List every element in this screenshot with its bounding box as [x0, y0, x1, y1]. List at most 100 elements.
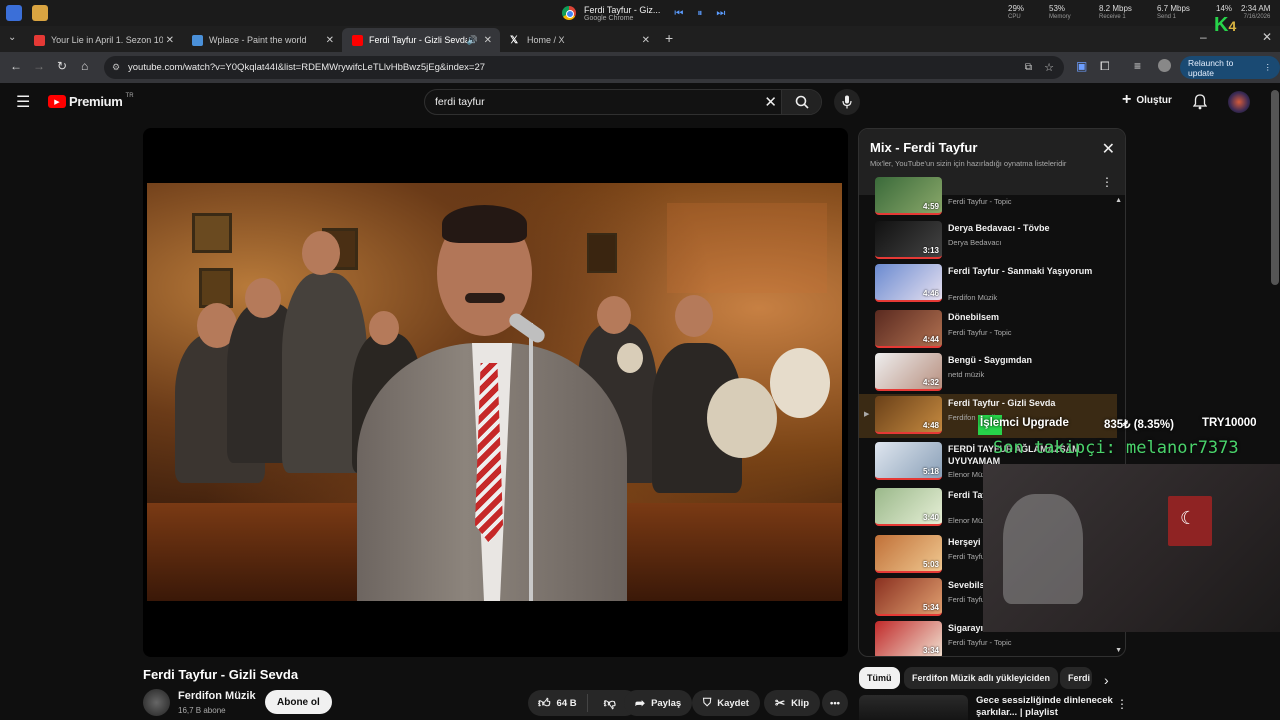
- youtube-logo[interactable]: ▶ Premium TR: [48, 92, 134, 109]
- item-title: Derya Bedavacı - Tövbe: [948, 223, 1050, 233]
- share-label: Paylaş: [651, 697, 682, 709]
- video-frame[interactable]: [147, 183, 842, 601]
- clip-label: Klip: [791, 697, 810, 709]
- crescent-icon: ☾: [1180, 508, 1197, 528]
- new-tab-icon[interactable]: +: [665, 30, 673, 46]
- recommendation-thumbnail[interactable]: [859, 695, 968, 720]
- musician-head: [597, 296, 631, 334]
- previous-track-icon[interactable]: ⏮: [674, 8, 683, 19]
- video-player[interactable]: [143, 128, 848, 657]
- channel-avatar[interactable]: [143, 689, 170, 716]
- chrome-icon: [562, 6, 576, 20]
- search-input[interactable]: ferdi tayfur ✕: [424, 89, 822, 115]
- page-scrollbar[interactable]: [1271, 90, 1279, 285]
- tab-search-icon[interactable]: ⌄: [8, 32, 16, 43]
- relaunch-button[interactable]: Relaunch to update ⋮: [1180, 56, 1280, 79]
- more-actions-button[interactable]: •••: [822, 690, 848, 716]
- close-window-icon[interactable]: ✕: [1262, 30, 1272, 44]
- tab-0[interactable]: Your Lie in April 1. Sezon 10. Bö✕: [24, 28, 182, 52]
- x-favicon-icon: 𝕏: [510, 34, 519, 46]
- wall-frame: [192, 213, 232, 253]
- clock-time: 2:34 AM: [1241, 4, 1271, 13]
- account-avatar[interactable]: [1228, 91, 1250, 113]
- app-icon[interactable]: [6, 5, 22, 21]
- clock-date: 7/16/2026: [1243, 14, 1271, 20]
- playlist-title[interactable]: Mix - Ferdi Tayfur: [870, 140, 977, 155]
- close-tab-icon[interactable]: ✕: [166, 35, 174, 46]
- chip-next-icon[interactable]: ›: [1104, 672, 1109, 688]
- profile-avatar[interactable]: [1158, 59, 1171, 72]
- chip-all[interactable]: Tümü: [859, 667, 900, 689]
- recommendation-title[interactable]: Gece sessizliğinde dinlenecek şarkılar..…: [976, 695, 1113, 719]
- playlist-subtitle: Mix'ler, YouTube'un sizin için hazırladı…: [870, 159, 1067, 168]
- playlist-item[interactable]: 4:32 Bengü - Saygımdan netd müzik: [859, 351, 1117, 395]
- like-button[interactable]: 👍︎ 64 B: [528, 694, 588, 712]
- reading-list-icon[interactable]: ≡: [1134, 59, 1141, 73]
- channel-name[interactable]: Ferdifon Müzik: [178, 690, 256, 702]
- back-icon[interactable]: ←: [10, 59, 22, 73]
- chip-third[interactable]: Ferdi: [1060, 667, 1092, 689]
- search-button[interactable]: [781, 90, 821, 114]
- musician-head: [675, 295, 713, 337]
- subscribe-button[interactable]: Abone ol: [265, 690, 332, 714]
- pause-icon[interactable]: ⏸: [697, 8, 702, 19]
- cast-icon[interactable]: ⧉: [1025, 62, 1032, 73]
- cpu-stat: 29% CPU: [1008, 4, 1024, 22]
- home-icon[interactable]: ⌂: [81, 59, 88, 73]
- thumbs-up-icon: 👍︎: [538, 695, 551, 710]
- item-title: Ferdi Tayfur - Sanmaki Yaşıyorum: [948, 266, 1093, 276]
- playlist-thumbnail: 3:34: [875, 621, 942, 656]
- search-query[interactable]: ferdi tayfur: [435, 96, 485, 108]
- like-count: 64 B: [556, 697, 577, 709]
- playlist-item[interactable]: 4:59 Ferdi Tayfur - Topic: [859, 175, 1117, 219]
- reload-icon[interactable]: ↻: [57, 59, 67, 73]
- clear-search-icon[interactable]: ✕: [764, 93, 777, 111]
- playlist-item[interactable]: 4:46 Ferdi Tayfur - Sanmaki Yaşıyorum Fe…: [859, 262, 1117, 306]
- audio-icon[interactable]: 🔊: [467, 35, 478, 46]
- last-follower: Son takipçi: melanor7373: [993, 438, 1239, 458]
- tab-1[interactable]: Wplace - Paint the world ✕: [182, 28, 342, 52]
- site-info-icon[interactable]: ⚙: [112, 62, 120, 73]
- country-code: TR: [125, 92, 134, 99]
- forward-icon[interactable]: →: [33, 59, 45, 73]
- item-channel: Ferdi Tayfur: [948, 595, 988, 604]
- bookmark-icon: ⛉: [703, 696, 712, 709]
- menu-icon[interactable]: ☰: [16, 92, 30, 112]
- dislike-button[interactable]: 👎︎: [594, 696, 626, 711]
- scroll-down-icon[interactable]: ▼: [1115, 647, 1122, 654]
- minimize-icon[interactable]: –: [1200, 30, 1207, 44]
- tab-3[interactable]: 𝕏 Home / X ✕: [500, 28, 658, 52]
- close-tab-icon[interactable]: ✕: [642, 35, 650, 46]
- extensions-puzzle-icon[interactable]: ⧠: [1100, 59, 1110, 74]
- duration-badge: 4:59: [922, 202, 939, 211]
- rec-more-icon[interactable]: ⋮: [1116, 697, 1128, 711]
- item-channel: netd müzik: [948, 370, 985, 379]
- close-tab-icon[interactable]: ✕: [484, 35, 492, 46]
- scroll-up-icon[interactable]: ▲: [1115, 197, 1122, 204]
- notifications-bell-icon[interactable]: [1193, 94, 1207, 110]
- address-bar[interactable]: ⚙ youtube.com/watch?v=Y0Qkqlat44I&list=R…: [104, 56, 1064, 79]
- share-button[interactable]: ➦ Paylaş: [624, 690, 693, 716]
- playlist-item[interactable]: 4:44 Dönebilsem Ferdi Tayfur - Topic: [859, 308, 1117, 352]
- save-button[interactable]: ⛉ Kaydet: [692, 690, 760, 716]
- clip-button[interactable]: ✂ Klip: [764, 690, 821, 716]
- receive-stat: 8.2 Mbps Receive 1: [1099, 4, 1132, 22]
- chip-uploader[interactable]: Ferdifon Müzik adlı yükleyiciden: [904, 667, 1059, 689]
- tambourine: [617, 343, 643, 373]
- more-menu-icon[interactable]: ⋮: [1264, 62, 1273, 73]
- bookmark-star-icon[interactable]: ☆: [1044, 61, 1054, 74]
- tab-2[interactable]: Ferdi Tayfur - Gizli Sevda - Y🔊 ✕: [342, 28, 500, 52]
- voice-search-button[interactable]: [834, 89, 860, 115]
- close-tab-icon[interactable]: ✕: [326, 35, 334, 46]
- duration-badge: 5:18: [922, 467, 939, 476]
- playlist-item[interactable]: 3:13 Derya Bedavacı - Tövbe Derya Bedava…: [859, 219, 1117, 263]
- url-text[interactable]: youtube.com/watch?v=Y0Qkqlat44I&list=RDE…: [128, 62, 485, 73]
- folder-icon[interactable]: [32, 5, 48, 21]
- close-playlist-icon[interactable]: ✕: [1102, 139, 1115, 159]
- create-button[interactable]: + Oluştur: [1122, 92, 1172, 108]
- next-track-icon[interactable]: ⏭: [716, 8, 725, 19]
- goal-label: İşlemci Upgrade: [980, 417, 1069, 429]
- extension-icon[interactable]: ▣: [1076, 59, 1087, 73]
- frame-drum: [707, 378, 777, 458]
- wall-frame: [199, 268, 233, 308]
